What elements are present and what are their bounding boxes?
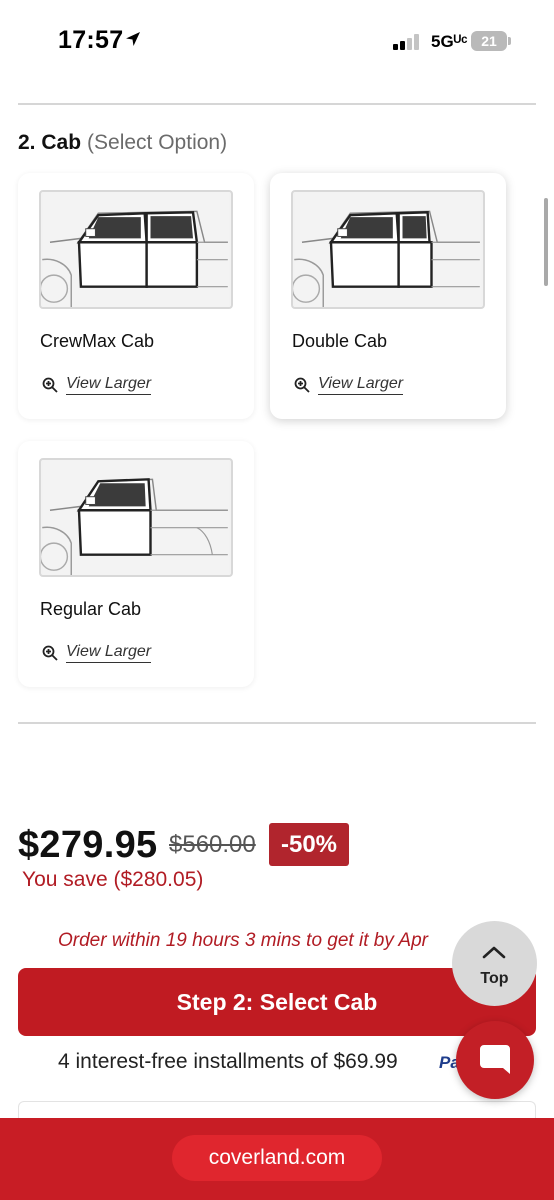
cab-option-label: Regular Cab xyxy=(40,599,142,619)
section-divider xyxy=(18,722,536,724)
view-larger-link[interactable]: View Larger xyxy=(42,643,152,663)
order-note-text: Order within 19 hours 3 mins to get it b… xyxy=(58,930,428,951)
status-bar: 17:57 5Gᵁᶜ 21 xyxy=(0,0,554,82)
cab-option-label: CrewMax Cab xyxy=(40,331,155,351)
section-divider xyxy=(18,103,536,105)
cab-option-regular[interactable]: Regular Cab View Larger xyxy=(18,441,254,687)
crewmax-cab-image xyxy=(39,190,233,309)
battery-icon: 21 xyxy=(471,31,507,51)
signal-bars-icon xyxy=(393,34,419,50)
chevron-up-icon xyxy=(482,946,506,959)
view-larger-link[interactable]: View Larger xyxy=(42,375,152,395)
view-larger-link[interactable]: View Larger xyxy=(294,375,404,395)
status-time: 17:57 xyxy=(58,26,124,54)
chat-button[interactable] xyxy=(456,1021,534,1099)
cab-option-crewmax[interactable]: CrewMax Cab View Larger xyxy=(18,173,254,419)
zoom-in-icon xyxy=(42,377,58,393)
url-field[interactable]: coverland.com xyxy=(172,1135,382,1181)
chat-bubble-icon xyxy=(480,1045,510,1074)
scroll-indicator[interactable] xyxy=(544,198,548,286)
discount-badge: -50% xyxy=(269,823,349,866)
current-price: $279.95 xyxy=(18,824,158,866)
view-larger-label: View Larger xyxy=(66,643,152,663)
installments-text: 4 interest-free installments of $69.99 xyxy=(58,1050,398,1073)
zoom-in-icon xyxy=(42,645,58,661)
cab-option-label: Double Cab xyxy=(292,331,388,351)
regular-cab-image xyxy=(39,458,233,577)
battery-tip xyxy=(508,37,511,45)
network-type: 5Gᵁᶜ xyxy=(431,32,468,51)
scroll-top-button[interactable]: Top xyxy=(452,921,537,1006)
cab-option-double[interactable]: Double Cab View Larger xyxy=(270,173,506,419)
location-arrow-icon xyxy=(124,30,142,53)
scroll-top-label: Top xyxy=(480,970,509,987)
original-price: $560.00 xyxy=(169,831,256,858)
view-larger-label: View Larger xyxy=(318,375,404,395)
section-title: 2. Cab xyxy=(18,131,82,154)
view-larger-label: View Larger xyxy=(66,375,152,395)
double-cab-image xyxy=(291,190,485,309)
savings-text: You save ($280.05) xyxy=(22,868,204,891)
section-heading: 2. Cab (Select Option) xyxy=(18,131,227,155)
section-hint: (Select Option) xyxy=(87,131,228,154)
zoom-in-icon xyxy=(294,377,310,393)
